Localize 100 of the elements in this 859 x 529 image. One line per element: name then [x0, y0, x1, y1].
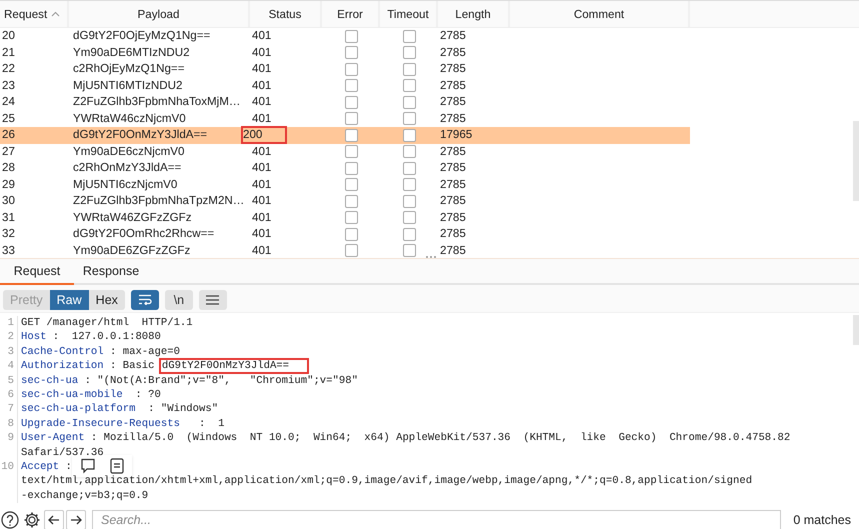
tab[interactable]: Response — [74, 259, 148, 283]
view-mode-tab[interactable]: Hex — [88, 290, 125, 310]
column-header[interactable]: Length — [438, 1, 510, 27]
back-button[interactable] — [44, 510, 64, 529]
checkbox[interactable] — [402, 178, 416, 192]
table-row[interactable]: 30 Z2FuZGlhb3FpbmNhaTpzM2N… 401 2785 — [0, 193, 690, 210]
checkbox[interactable] — [402, 228, 416, 241]
match-count: 0 matches — [792, 512, 852, 526]
column-header[interactable]: Comment — [510, 1, 690, 27]
table-cell-text: dG9tY2F0OmRhc2Rhcw== — [72, 226, 214, 242]
table-cell-text: 401 — [251, 78, 272, 94]
scrollbar[interactable] — [853, 121, 859, 201]
checkbox[interactable] — [344, 194, 358, 208]
highlighted-cell: 200 — [242, 127, 286, 144]
resize-handle-icon[interactable] — [425, 255, 437, 259]
table-row[interactable]: 26 dG9tY2F0OnMzY3JldA== 200 17965 — [0, 127, 690, 144]
table-row[interactable]: 20 dG9tY2F0OjEyMzQ1Ng== 401 2785 — [0, 28, 690, 44]
checkbox[interactable] — [402, 145, 416, 158]
table-cell-text: Ym90aDE6ZGFzZGFz — [72, 242, 190, 258]
checkbox[interactable] — [344, 162, 358, 175]
table-row[interactable]: 28 c2RhOnMzY3JldA== 401 2785 — [0, 160, 690, 176]
checkbox[interactable] — [344, 46, 358, 60]
table-cell-text: 28 — [1, 160, 15, 176]
checkbox[interactable] — [344, 30, 358, 43]
scrollbar[interactable] — [853, 315, 859, 345]
checkbox[interactable] — [402, 96, 416, 109]
checkbox[interactable] — [402, 79, 416, 92]
checkbox[interactable] — [402, 62, 416, 76]
view-mode-tab[interactable]: Raw — [50, 290, 89, 310]
checkbox[interactable] — [344, 128, 358, 142]
table-row[interactable]: 29 MjU5NTI6czNjcmV0 401 2785 — [0, 176, 690, 193]
table-row[interactable]: 24 Z2FuZGlhb3FpbmNhaToxMjM… 401 2785 — [0, 94, 690, 110]
checkbox[interactable] — [344, 112, 358, 126]
checkbox[interactable] — [402, 194, 416, 208]
newline-button[interactable]: \n — [164, 290, 193, 310]
table-cell-text: 2785 — [439, 160, 466, 176]
checkbox[interactable] — [402, 211, 416, 224]
table-row[interactable]: 31 YWRtaW46ZGFzZGFz 401 2785 — [0, 210, 690, 226]
table-cell-text: 401 — [251, 193, 272, 210]
table-cell-text: 29 — [1, 176, 15, 193]
checkbox[interactable] — [344, 211, 358, 224]
column-header[interactable]: Payload — [69, 1, 250, 27]
code-line: Host : 127.0.0.1:8080 — [20, 330, 161, 345]
code-line: Authorization : Basic dG9tY2F0OnMzY3JldA== — [18, 359, 308, 374]
checkbox[interactable] — [402, 46, 416, 60]
table-row[interactable]: 21 Ym90aDE6MTIzNDU2 401 2785 — [0, 44, 690, 61]
table-cell-text: MjU5NTI6MTIzNDU2 — [72, 78, 183, 94]
checkbox[interactable] — [344, 96, 358, 109]
table-row[interactable]: 27 Ym90aDE6czNjcmV0 401 2785 — [0, 144, 690, 160]
table-cell-text: 31 — [1, 210, 15, 226]
checkbox[interactable] — [402, 128, 416, 142]
checkbox[interactable] — [344, 178, 358, 192]
comment-icon[interactable] — [80, 458, 96, 474]
table-cell-text: MjU5NTI6czNjcmV0 — [72, 176, 178, 193]
search-field[interactable]: Search... — [92, 510, 782, 529]
table-row[interactable]: 32 dG9tY2F0OmRhc2Rhcw== 401 2785 — [0, 226, 690, 242]
checkbox[interactable] — [402, 244, 416, 258]
table-row[interactable]: 22 c2RhOjEyMzQ1Ng== 401 2785 — [0, 61, 690, 78]
table-row[interactable]: 25 YWRtaW46czNjcmV0 401 2785 — [0, 110, 690, 127]
table-cell-text: Z2FuZGlhb3FpbmNhaTpzM2N… — [72, 193, 244, 210]
table-cell-text: 2785 — [439, 176, 466, 193]
checkbox[interactable] — [344, 145, 358, 158]
table-cell-text: c2RhOjEyMzQ1Ng== — [72, 61, 184, 78]
table-row[interactable]: 23 MjU5NTI6MTIzNDU2 401 2785 — [0, 78, 690, 94]
table-cell-text: dG9tY2F0OjEyMzQ1Ng== — [72, 28, 210, 44]
checkbox[interactable] — [344, 244, 358, 258]
table-cell-text: 2785 — [439, 78, 466, 94]
checkbox[interactable] — [402, 162, 416, 175]
table-cell-text: 2785 — [439, 94, 466, 110]
column-header[interactable]: Error — [322, 1, 380, 27]
table-cell-text: 2785 — [439, 226, 466, 242]
wrap-button[interactable] — [130, 290, 159, 310]
table-cell-text: 2785 — [439, 210, 466, 226]
line-number: 7 — [0, 402, 18, 417]
checkbox[interactable] — [344, 79, 358, 92]
forward-button[interactable] — [66, 510, 86, 529]
table-cell-text: Ym90aDE6czNjcmV0 — [72, 144, 184, 160]
checkbox[interactable] — [402, 30, 416, 43]
table-cell-text: 401 — [251, 160, 272, 176]
checkbox[interactable] — [344, 62, 358, 76]
help-icon[interactable] — [0, 510, 20, 529]
line-number: 8 — [0, 416, 18, 432]
checkbox[interactable] — [344, 228, 358, 241]
line-number: 3 — [0, 344, 18, 360]
column-header[interactable]: Status — [250, 1, 322, 27]
checkbox[interactable] — [402, 112, 416, 126]
line-number: 10 — [0, 460, 18, 474]
column-header[interactable]: Timeout — [380, 1, 438, 27]
table-cell-text: 22 — [1, 61, 15, 78]
table-cell-text: 2785 — [439, 110, 466, 127]
menu-button[interactable] — [198, 290, 227, 310]
table-cell-text: 2785 — [439, 242, 466, 258]
table-row[interactable]: 33 Ym90aDE6ZGFzZGFz 401 2785 — [0, 242, 690, 258]
code-line: text/html,application/xhtml+xml,application/xml;q=0.9,image/avif,image/webp,image/apng,*/*;q=0.8,application/signed — [20, 474, 752, 489]
column-header[interactable]: Request — [0, 1, 69, 27]
table-cell-text: 23 — [1, 78, 15, 94]
note-icon[interactable] — [110, 458, 124, 474]
settings-icon[interactable] — [22, 510, 42, 529]
table-cell-text: Z2FuZGlhb3FpbmNhaToxMjM… — [72, 94, 241, 110]
code-line: Accept : — [20, 460, 72, 474]
